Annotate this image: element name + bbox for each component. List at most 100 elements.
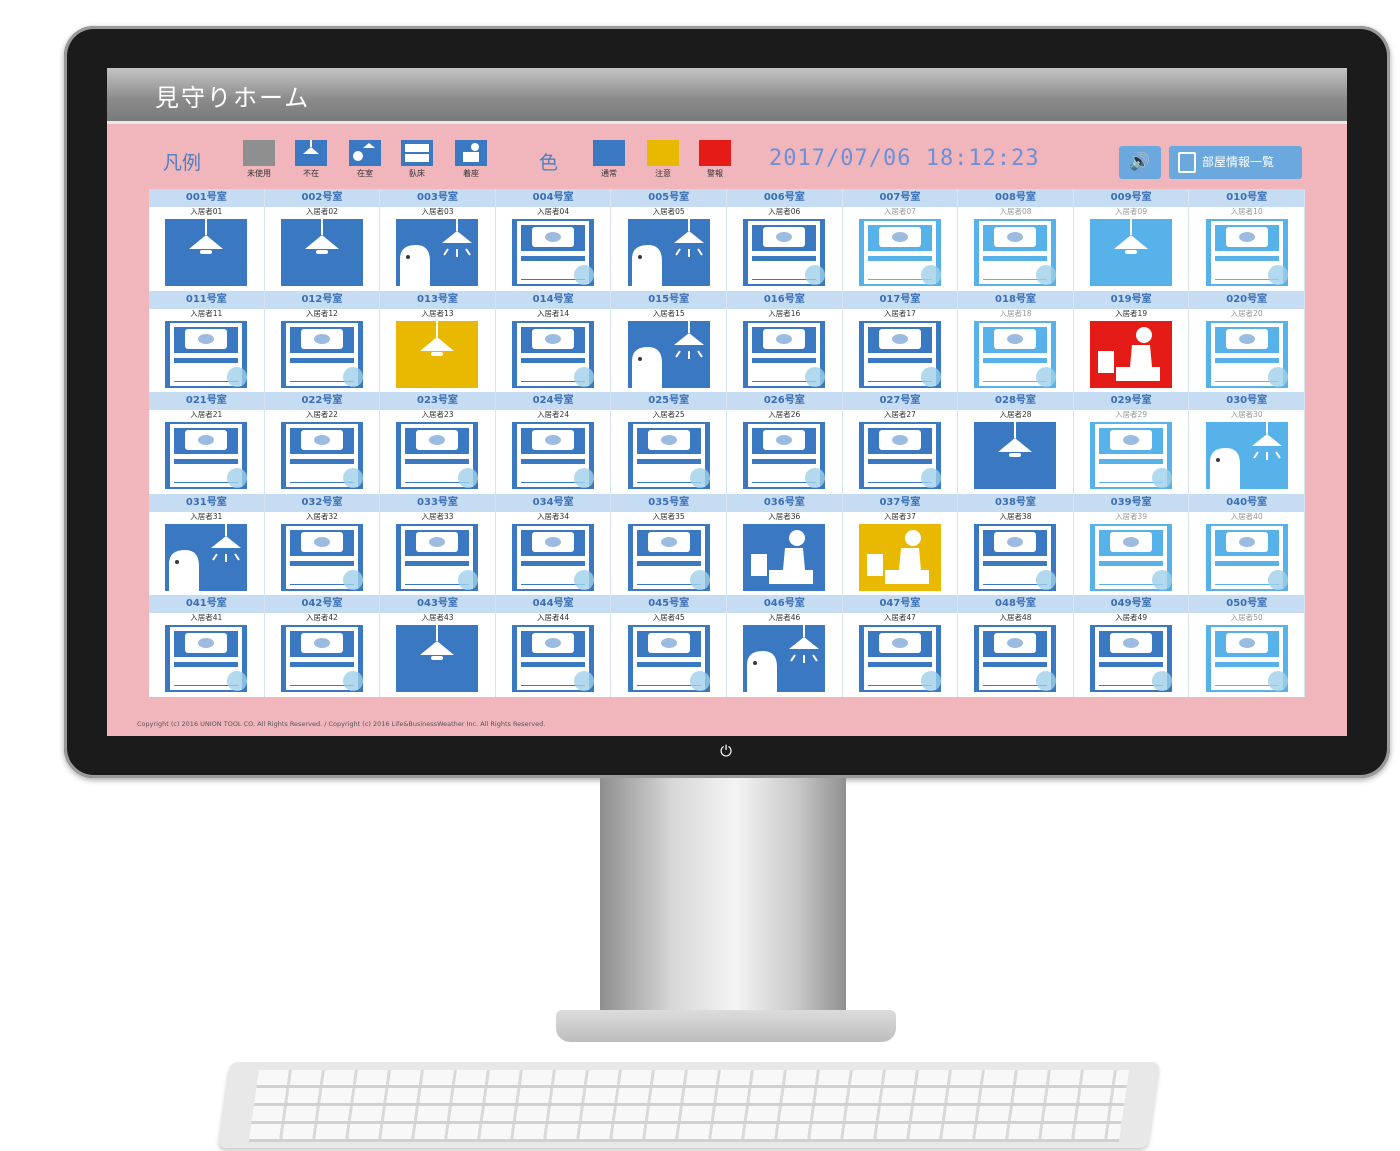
seated-person-icon <box>455 140 487 166</box>
room-cell[interactable]: 002号室 入居者02 <box>264 189 381 291</box>
room-cell[interactable]: 019号室 入居者19 <box>1073 290 1190 393</box>
room-cell[interactable]: 018号室 入居者18 <box>958 290 1074 393</box>
room-cell[interactable]: 031号室 入居者31 <box>149 493 265 596</box>
room-cell[interactable]: 021号室 入居者21 <box>149 392 265 494</box>
room-cell[interactable]: 020号室 入居者20 <box>1189 290 1305 393</box>
room-cell[interactable]: 016号室 入居者16 <box>726 290 843 393</box>
room-number: 019号室 <box>1073 290 1189 309</box>
keyboard <box>217 1062 1161 1148</box>
room-number: 001号室 <box>149 189 264 207</box>
room-cell[interactable]: 050号室 入居者50 <box>1189 595 1305 697</box>
room-number: 015号室 <box>611 290 726 309</box>
room-cell[interactable]: 046号室 入居者46 <box>726 595 843 697</box>
power-button[interactable]: ⏻ <box>717 742 735 760</box>
room-cell[interactable]: 013号室 入居者13 <box>380 290 496 393</box>
room-cell[interactable]: 035号室 入居者35 <box>611 493 727 596</box>
room-cell[interactable]: 022号室 入居者22 <box>264 392 381 494</box>
room-number: 038号室 <box>958 493 1073 512</box>
room-cell[interactable]: 026号室 入居者26 <box>726 392 843 494</box>
room-cell[interactable]: 005号室 入居者05 <box>611 189 727 291</box>
room-cell[interactable]: 015号室 入居者15 <box>611 290 727 393</box>
resident-name: 入居者37 <box>883 511 916 521</box>
resident-name: 入居者17 <box>883 308 916 318</box>
resident-name: 入居者12 <box>305 308 338 318</box>
legend-label: 凡例 <box>163 152 202 174</box>
room-cell[interactable]: 047号室 入居者47 <box>842 595 959 697</box>
color-item-caution: 注意 <box>645 140 681 179</box>
room-cell[interactable]: 003号室 入居者03 <box>380 189 496 291</box>
room-cell[interactable]: 023号室 入居者23 <box>380 392 496 494</box>
resident-name: 入居者29 <box>1115 410 1148 420</box>
sound-toggle-button[interactable]: 🔊 <box>1119 146 1161 179</box>
room-number: 016号室 <box>726 290 842 309</box>
room-cell[interactable]: 009号室 入居者09 <box>1073 189 1190 291</box>
ceiling-light-icon <box>974 422 1057 490</box>
resident-name: 入居者41 <box>190 613 223 623</box>
bed-icon <box>858 320 941 388</box>
room-cell[interactable]: 017号室 入居者17 <box>842 290 959 393</box>
room-cell[interactable]: 011号室 入居者11 <box>149 290 265 393</box>
room-info-list-button[interactable]: 部屋情報一覧 <box>1169 146 1302 179</box>
room-cell[interactable]: 036号室 入居者36 <box>726 493 843 596</box>
legend-item-present: 在室 <box>347 140 383 179</box>
room-cell[interactable]: 037号室 入居者37 <box>842 493 959 596</box>
resident-name: 入居者28 <box>999 410 1032 420</box>
room-cell[interactable]: 001号室 入居者01 <box>149 189 265 291</box>
resident-name: 入居者48 <box>999 613 1032 623</box>
room-number: 020号室 <box>1189 290 1304 309</box>
bed-icon <box>396 422 479 490</box>
room-cell[interactable]: 007号室 入居者07 <box>842 189 959 291</box>
room-cell[interactable]: 043号室 入居者43 <box>380 595 496 697</box>
room-cell[interactable]: 027号室 入居者27 <box>842 392 959 494</box>
room-cell[interactable]: 044号室 入居者44 <box>495 595 612 697</box>
room-number: 041号室 <box>149 595 264 614</box>
room-number: 045号室 <box>611 595 726 614</box>
person-in-room-icon <box>396 219 479 286</box>
room-cell[interactable]: 049号室 入居者49 <box>1073 595 1190 697</box>
room-cell[interactable]: 014号室 入居者14 <box>495 290 612 393</box>
room-number: 036号室 <box>726 493 842 512</box>
bed-icon <box>974 523 1057 591</box>
room-cell[interactable]: 004号室 入居者04 <box>495 189 612 291</box>
resident-name: 入居者38 <box>999 511 1032 521</box>
room-cell[interactable]: 028号室 入居者28 <box>958 392 1074 494</box>
bed-icon <box>165 422 248 490</box>
room-cell[interactable]: 040号室 入居者40 <box>1189 493 1305 596</box>
resident-name: 入居者27 <box>883 410 916 420</box>
room-cell[interactable]: 030号室 入居者30 <box>1189 392 1305 494</box>
resident-name: 入居者04 <box>537 207 570 216</box>
room-cell[interactable]: 041号室 入居者41 <box>149 595 265 697</box>
room-number: 028号室 <box>958 392 1073 411</box>
room-number: 011号室 <box>149 290 264 309</box>
room-cell[interactable]: 042号室 入居者42 <box>264 595 381 697</box>
room-cell[interactable]: 025号室 入居者25 <box>611 392 727 494</box>
room-cell[interactable]: 010号室 入居者10 <box>1189 189 1305 291</box>
resident-name: 入居者23 <box>421 410 454 420</box>
alarm-swatch <box>699 140 731 166</box>
room-number: 003号室 <box>380 189 495 207</box>
room-cell[interactable]: 032号室 入居者32 <box>264 493 381 596</box>
room-cell[interactable]: 033号室 入居者33 <box>380 493 496 596</box>
room-number: 006号室 <box>726 189 842 207</box>
room-cell[interactable]: 034号室 入居者34 <box>495 493 612 596</box>
bed-icon <box>974 625 1057 693</box>
room-number: 008号室 <box>958 189 1073 207</box>
room-cell[interactable]: 038号室 入居者38 <box>958 493 1074 596</box>
room-cell[interactable]: 012号室 入居者12 <box>264 290 381 393</box>
room-cell[interactable]: 008号室 入居者08 <box>958 189 1074 291</box>
bed-icon <box>165 320 248 388</box>
room-number: 043号室 <box>380 595 495 614</box>
room-cell[interactable]: 006号室 入居者06 <box>726 189 843 291</box>
room-cell[interactable]: 029号室 入居者29 <box>1073 392 1190 494</box>
resident-name: 入居者22 <box>305 410 338 420</box>
person-in-room-icon <box>743 625 826 693</box>
room-cell[interactable]: 024号室 入居者24 <box>495 392 612 494</box>
resident-name: 入居者18 <box>999 308 1032 318</box>
room-cell[interactable]: 039号室 入居者39 <box>1073 493 1190 596</box>
legend-item-absent: 不在 <box>293 140 329 179</box>
room-cell[interactable]: 045号室 入居者45 <box>611 595 727 697</box>
room-number: 013号室 <box>380 290 495 309</box>
resident-name: 入居者42 <box>305 613 338 623</box>
bed-icon <box>1205 523 1288 591</box>
room-cell[interactable]: 048号室 入居者48 <box>958 595 1074 697</box>
